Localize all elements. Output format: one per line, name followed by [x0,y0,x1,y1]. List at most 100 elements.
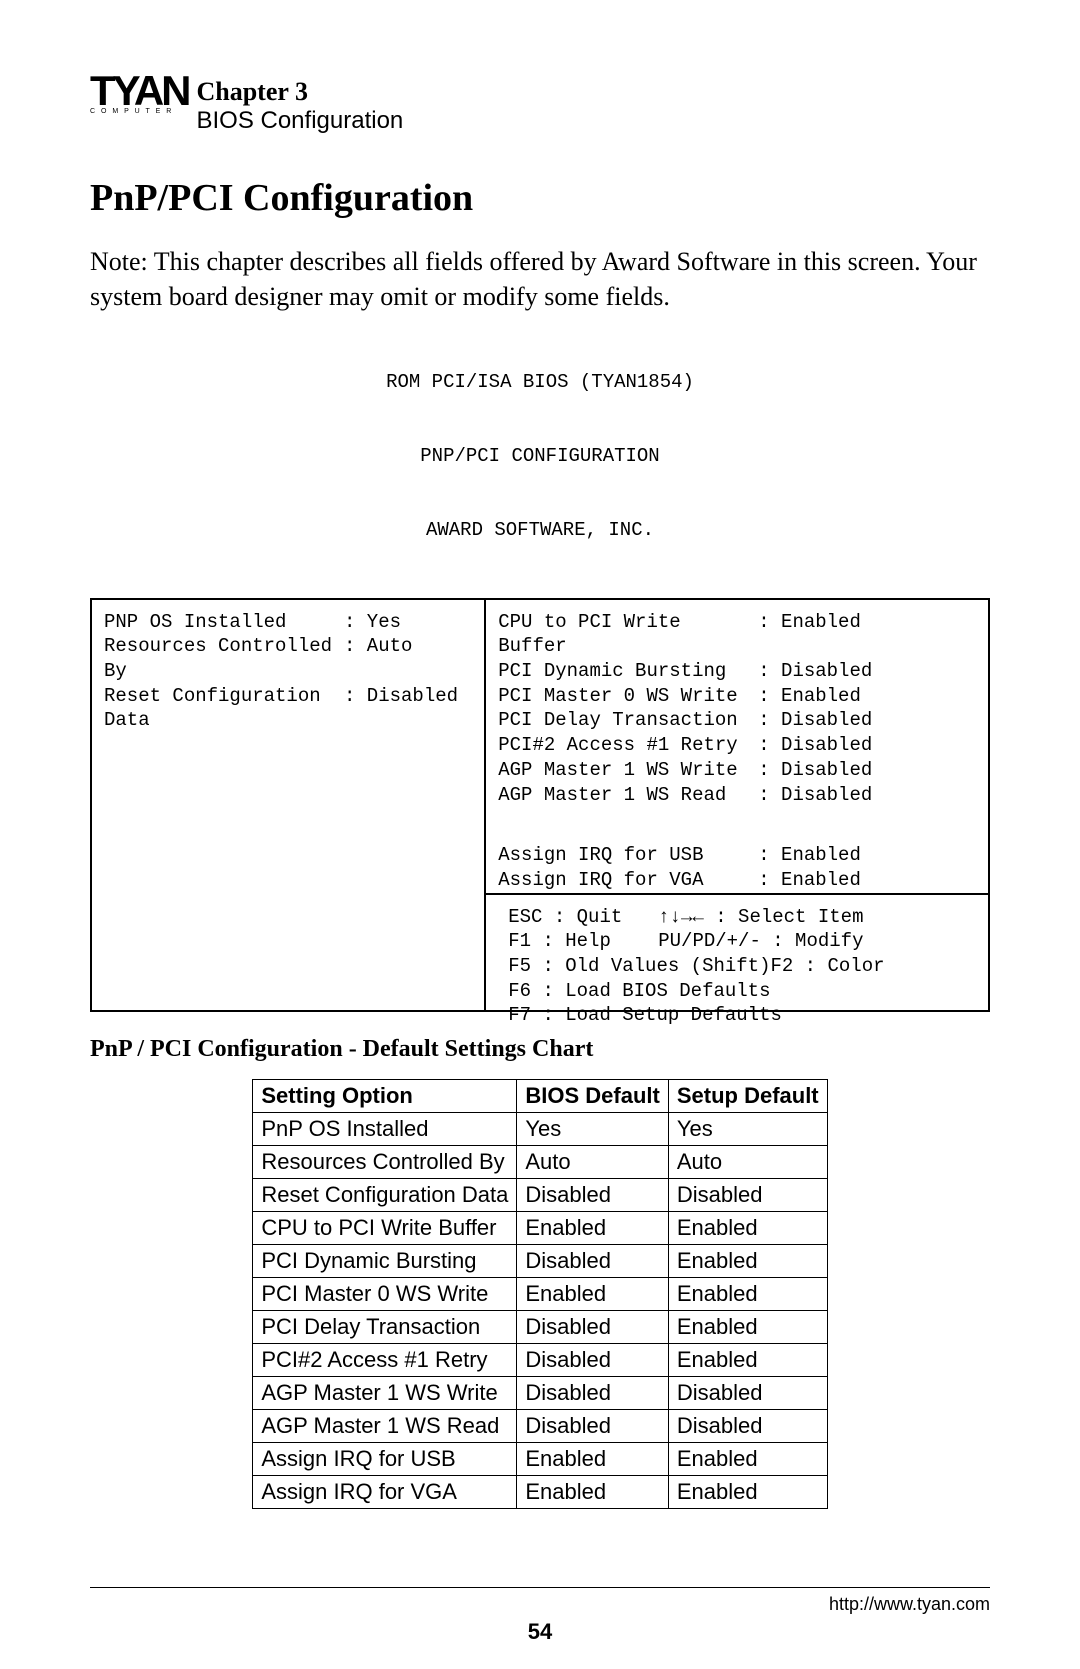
bios-frame: PNP OS Installed : Yes Resources Control… [90,598,990,1012]
table-cell: Resources Controlled By [253,1145,517,1178]
bios-setting-label: Resources Controlled By [104,634,344,683]
table-header: Setup Default [668,1079,827,1112]
table-cell: Enabled [668,1475,827,1508]
bios-setting-row: PCI Master 0 WS Write: Enabled [498,684,976,709]
footer: http://www.tyan.com [90,1587,990,1615]
bios-setting-row: Assign IRQ for VGA: Enabled [498,868,976,893]
note-text: Note: This chapter describes all fields … [90,244,990,314]
table-cell: Yes [517,1112,668,1145]
bios-right-pane: CPU to PCI Write Buffer: Enabled PCI Dyn… [486,600,988,1010]
bios-setting-row: CPU to PCI Write Buffer: Enabled [498,610,976,659]
table-cell: AGP Master 1 WS Read [253,1409,517,1442]
bios-help-line: F5 : Old Values (Shift)F2 : Color [508,954,966,979]
bios-setting-label: Assign IRQ for VGA [498,868,758,893]
table-cell: Disabled [668,1376,827,1409]
bios-header-line: AWARD SOFTWARE, INC. [90,518,990,543]
footer-url: http://www.tyan.com [829,1594,990,1615]
table-row: PnP OS InstalledYesYes [253,1112,827,1145]
bios-setting-value: : Disabled [758,733,872,758]
table-cell: Enabled [517,1277,668,1310]
table-row: Assign IRQ for USBEnabledEnabled [253,1442,827,1475]
chapter-block: Chapter 3 BIOS Configuration [196,70,403,136]
table-cell: AGP Master 1 WS Write [253,1376,517,1409]
bios-setting-label: PCI Delay Transaction [498,708,758,733]
table-row: AGP Master 1 WS WriteDisabledDisabled [253,1376,827,1409]
table-row: Resources Controlled ByAutoAuto [253,1145,827,1178]
table-cell: Disabled [517,1244,668,1277]
table-cell: Disabled [517,1178,668,1211]
bios-setting-label: PNP OS Installed [104,610,344,635]
bios-help-box: ESC : Quit ↑↓→← : Select Item F1 : Help … [486,893,988,1040]
table-cell: PCI#2 Access #1 Retry [253,1343,517,1376]
bios-help-modify: PU/PD/+/- : Modify [658,929,863,954]
table-cell: Disabled [668,1178,827,1211]
table-cell: PnP OS Installed [253,1112,517,1145]
table-cell: PCI Delay Transaction [253,1310,517,1343]
bios-setting-label: AGP Master 1 WS Write [498,758,758,783]
bios-help-f1: F1 : Help [508,929,658,954]
table-row: PCI#2 Access #1 RetryDisabledEnabled [253,1343,827,1376]
table-row: PCI Delay TransactionDisabledEnabled [253,1310,827,1343]
bios-right-top: CPU to PCI Write Buffer: Enabled PCI Dyn… [498,610,976,893]
table-cell: Enabled [517,1442,668,1475]
bios-setting-row: Reset Configuration Data : Disabled [104,684,472,733]
table-cell: Disabled [517,1409,668,1442]
bios-setting-row: PNP OS Installed : Yes [104,610,472,635]
table-cell: Enabled [517,1211,668,1244]
table-row: CPU to PCI Write BufferEnabledEnabled [253,1211,827,1244]
table-cell: PCI Dynamic Bursting [253,1244,517,1277]
table-header-row: Setting Option BIOS Default Setup Defaul… [253,1079,827,1112]
table-row: Reset Configuration DataDisabledDisabled [253,1178,827,1211]
bios-setting-value: : Enabled [758,684,861,709]
bios-help-line: ESC : Quit ↑↓→← : Select Item [508,905,966,930]
bios-setting-value: : Disabled [758,783,872,808]
bios-setting-label: Reset Configuration Data [104,684,344,733]
bios-setting-value: : Disabled [758,708,872,733]
bios-setting-label: PCI#2 Access #1 Retry [498,733,758,758]
bios-setting-row: PCI Delay Transaction: Disabled [498,708,976,733]
bios-setting-row: Resources Controlled By : Auto [104,634,472,683]
table-cell: Yes [668,1112,827,1145]
table-cell: Disabled [517,1343,668,1376]
bios-header-line: PNP/PCI CONFIGURATION [90,444,990,469]
table-cell: Assign IRQ for USB [253,1442,517,1475]
bios-setting-value: : Yes [344,610,401,635]
table-cell: PCI Master 0 WS Write [253,1277,517,1310]
page-number: 54 [0,1619,1080,1645]
brand-name: TYAN [90,70,188,112]
bios-help-esc: ESC : Quit [508,905,658,930]
bios-setting-value: : Enabled [758,868,861,893]
table-header: Setting Option [253,1079,517,1112]
bios-help-arrows: ↑↓→← : Select Item [658,905,863,930]
table-cell: Disabled [668,1409,827,1442]
bios-setting-value: : Disabled [758,758,872,783]
table-cell: Enabled [668,1310,827,1343]
bios-setting-label: CPU to PCI Write Buffer [498,610,758,659]
table-cell: Enabled [668,1442,827,1475]
bios-help-line: F7 : Load Setup Defaults [508,1003,966,1028]
bios-setting-label: Assign IRQ for USB [498,843,758,868]
table-row: AGP Master 1 WS ReadDisabledDisabled [253,1409,827,1442]
table-cell: Enabled [668,1211,827,1244]
bios-help-line: F6 : Load BIOS Defaults [508,979,966,1004]
bios-setting-label: AGP Master 1 WS Read [498,783,758,808]
table-cell: Enabled [668,1244,827,1277]
bios-setting-row: Assign IRQ for USB: Enabled [498,843,976,868]
bios-setting-label: PCI Master 0 WS Write [498,684,758,709]
bios-setting-value: : Auto [344,634,412,683]
bios-setting-value: : Enabled [758,610,861,659]
page-header: TYAN C O M P U T E R Chapter 3 BIOS Conf… [90,70,990,136]
bios-setting-row: PCI Dynamic Bursting: Disabled [498,659,976,684]
bios-setting-value: : Disabled [758,659,872,684]
settings-table: Setting Option BIOS Default Setup Defaul… [252,1079,827,1509]
table-row: PCI Master 0 WS WriteEnabledEnabled [253,1277,827,1310]
bios-setting-value: : Disabled [344,684,458,733]
bios-screen: ROM PCI/ISA BIOS (TYAN1854) PNP/PCI CONF… [90,320,990,1012]
table-cell: Enabled [668,1343,827,1376]
table-row: Assign IRQ for VGAEnabledEnabled [253,1475,827,1508]
bios-header: ROM PCI/ISA BIOS (TYAN1854) PNP/PCI CONF… [90,320,990,592]
bios-left-pane: PNP OS Installed : Yes Resources Control… [92,600,486,1010]
chapter-title: Chapter 3 [196,76,403,107]
bios-setting-row: AGP Master 1 WS Write: Disabled [498,758,976,783]
bios-setting-row: AGP Master 1 WS Read: Disabled [498,783,976,808]
